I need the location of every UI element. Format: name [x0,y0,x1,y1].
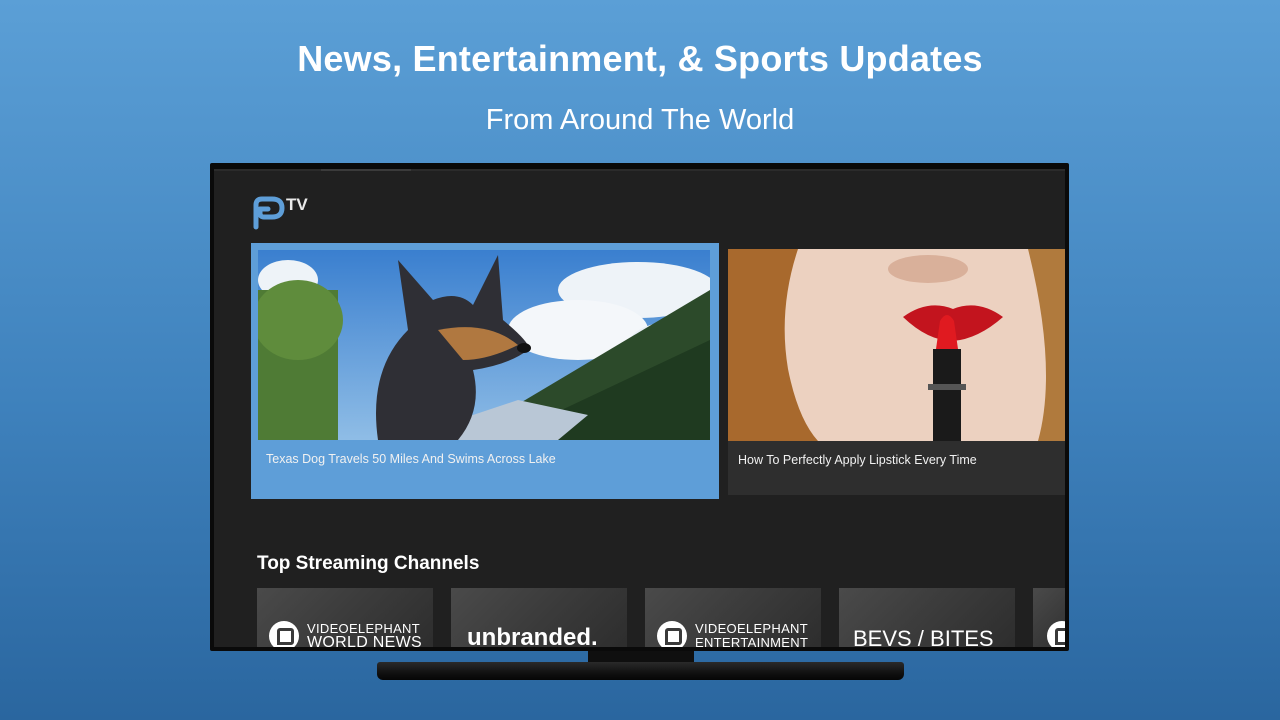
section-title-channels: Top Streaming Channels [257,553,480,574]
videoelephant-logo-icon [657,621,687,647]
featured-card-title: How To Perfectly Apply Lipstick Every Ti… [738,453,977,467]
thumbnail-lipstick-image [728,249,1065,441]
channel-tile-unbranded[interactable]: unbranded. [451,588,627,647]
channel-line1: unbranded. [467,624,598,647]
app-logo-text: TV [286,195,308,214]
tv-stand-base [377,662,904,680]
channel-line2: WORLD NEWS [307,634,422,648]
videoelephant-logo-icon [1047,621,1065,647]
featured-card-dog[interactable]: Texas Dog Travels 50 Miles And Swims Acr… [251,243,719,499]
channel-line2: ENTERTAINMENT [695,635,809,647]
top-progress-line [214,169,1065,171]
channel-line1: BEVS / BITES [853,626,994,647]
promo-subheadline: From Around The World [485,104,795,136]
featured-card-title: Texas Dog Travels 50 Miles And Swims Acr… [266,452,556,466]
promo-headline: News, Entertainment, & Sports Updates [297,38,983,79]
channel-line1: VIDEOELEPHANT [695,621,808,636]
thumbnail-dog-image [258,250,710,440]
tv-frame: TV Texas Dog Travels 50 Miles And Swims … [210,163,1069,651]
channel-tile-partial[interactable] [1033,588,1065,647]
channel-tile-bevs-bites[interactable]: BEVS / BITES [839,588,1015,647]
channel-tile-entertainment[interactable]: VIDEOELEPHANT ENTERTAINMENT [645,588,821,647]
channel-tile-world-news[interactable]: VIDEOELEPHANT WORLD NEWS [257,588,433,647]
videoelephant-logo-icon [269,621,299,647]
featured-card-lipstick[interactable]: How To Perfectly Apply Lipstick Every Ti… [728,249,1065,495]
tv-screen: TV Texas Dog Travels 50 Miles And Swims … [214,169,1065,647]
